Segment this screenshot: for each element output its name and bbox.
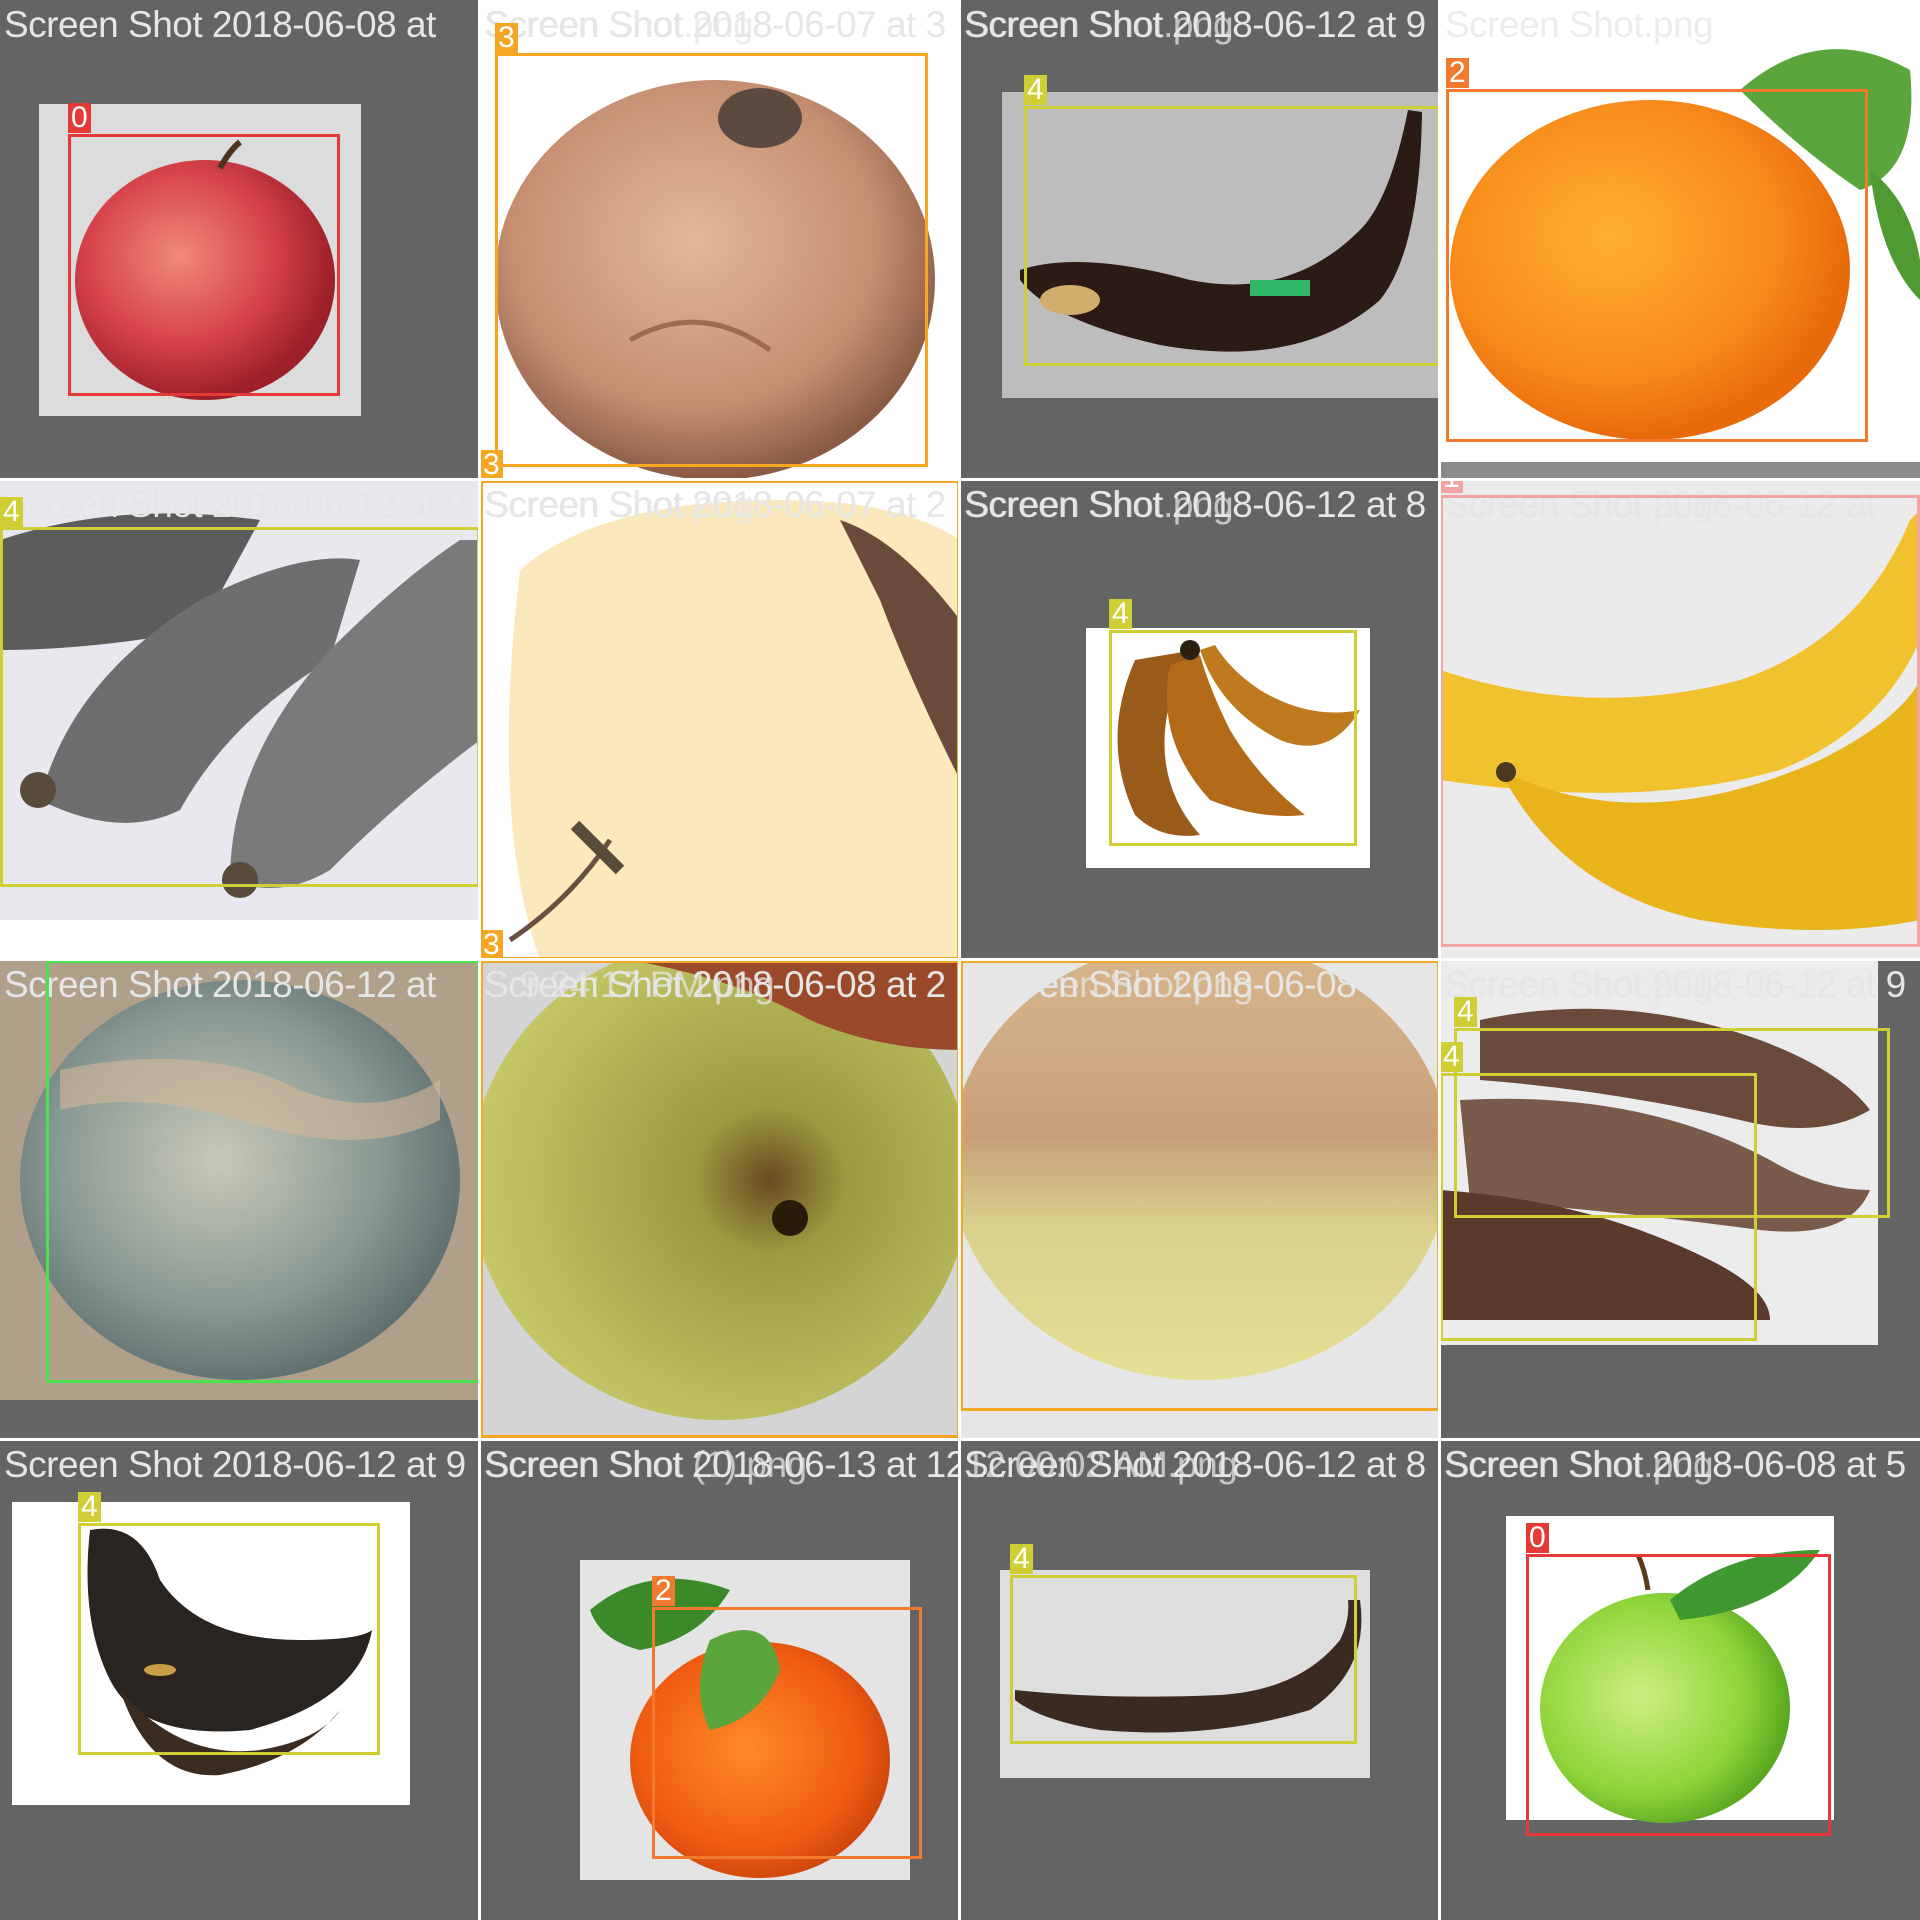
class-tag-2: 2 [652, 1576, 675, 1606]
bbox-class-3 [480, 960, 960, 1438]
bbox-class-5 [46, 960, 480, 1383]
tile-red-apple: Screen Shot 2018-06-08 at 0 [0, 0, 480, 480]
class-tag-4: 4 [1454, 997, 1477, 1027]
overlapped-filename: Screen Shot.png [965, 484, 1234, 525]
tile-moldy-orange: Screen Shot 2018-06-12 at 5 [0, 960, 480, 1440]
bbox-class-0 [1526, 1554, 1831, 1836]
filename-label: Screen Shot 2018-06-08 at [4, 4, 436, 45]
class-tag-0: 0 [1526, 1523, 1549, 1553]
class-tag-4: 4 [1109, 599, 1132, 629]
class-tag-1: 1 [1440, 480, 1463, 493]
tile-banana-bunch: Screen Shot 2018-06-12 at 8 4 [960, 480, 1440, 960]
tile-rotten-bananas: Screen Shot 2018-06-12 at 9 4 4 [1440, 960, 1920, 1440]
bbox-class-4 [1440, 1073, 1757, 1341]
bbox-class-3 [495, 53, 928, 467]
class-tag-4: 4 [1440, 1042, 1463, 1072]
bbox-class-1 [1440, 495, 1920, 947]
class-tag-3: 3 [495, 23, 518, 53]
bbox-class-4 [78, 1523, 380, 1755]
tile-rotten-apple: Screen Shot 2018-06-07 at 3 3 3 [480, 0, 960, 480]
grid-divider [0, 478, 1920, 481]
bbox-class-4 [0, 527, 480, 887]
detection-mosaic: Screen Shot 2018-06-08 at 0 Screen Shot … [0, 0, 1920, 1920]
bbox-class-3 [960, 960, 1440, 1411]
tile-overripe-banana: Screen Shot 2018-06-12 at 8 4 [960, 1440, 1440, 1920]
overlapped-filename: Screen Shot.png [1445, 1444, 1714, 1485]
tile-clementine: Screen Shot 2018-06-13 at 12 2 [480, 1440, 960, 1920]
class-tag-3: 3 [480, 930, 503, 960]
bbox-class-4 [1024, 106, 1440, 366]
overlapped-filename: 12:00:02 AM.png [965, 1444, 1238, 1485]
filename-label: Screen Shot 2018-06-12 at 9 [4, 484, 466, 525]
tile-black-bananas: Screen Shot 2018-06-12 at 9 4 [0, 1440, 480, 1920]
tile-brown-apple: Screen Shot 2018-06-08 at 2 3 [960, 960, 1440, 1440]
class-tag-3: 3 [480, 450, 503, 480]
tile-orange: 2 [1440, 0, 1920, 480]
bbox-class-4 [1010, 1575, 1357, 1744]
bbox-class-0 [68, 134, 340, 396]
class-tag-0: 0 [68, 103, 91, 133]
class-tag-4: 4 [1010, 1544, 1033, 1574]
class-tag-4: 4 [0, 497, 23, 527]
class-tag-4: 4 [1024, 75, 1047, 105]
grid-divider [0, 958, 1920, 961]
bbox-class-2 [1446, 89, 1868, 442]
overlapped-filename: Screen Shot (1).png [485, 1444, 807, 1485]
tile-bruised-apple: Screen Shot 2018-06-08 at 2 [480, 960, 960, 1440]
filename-label: Screen Shot 2018-06-12 at 9 [4, 1444, 466, 1485]
tile-green-apple: Screen Shot 2018-06-08 at 5 0 [1440, 1440, 1920, 1920]
tile-grey-bananas: Screen Shot 2018-06-12 at 9 4 [0, 480, 480, 960]
overlapped-filename: Screen Shot.png [485, 4, 754, 45]
tile-yellow-bananas: Screen Shot 2018-06-12 at 1 [1440, 480, 1920, 960]
overlapped-filename: Screen Shot.png [1445, 964, 1714, 1005]
class-tag-2: 2 [1446, 58, 1469, 88]
bbox-class-3 [480, 480, 960, 960]
tile-pale-apple: Screen Shot 2018-06-07 at 2 3 [480, 480, 960, 960]
bbox-class-2 [652, 1607, 922, 1859]
class-tag-4: 4 [78, 1492, 101, 1522]
overlapped-filename: Screen Shot.png [965, 4, 1234, 45]
tile-dark-banana: Screen Shot 2018-06-12 at 9 4 [960, 0, 1440, 480]
grid-divider [0, 1438, 1920, 1441]
overlapped-filename: Screen Shot.png [1445, 4, 1714, 45]
bbox-class-4 [1109, 630, 1357, 846]
